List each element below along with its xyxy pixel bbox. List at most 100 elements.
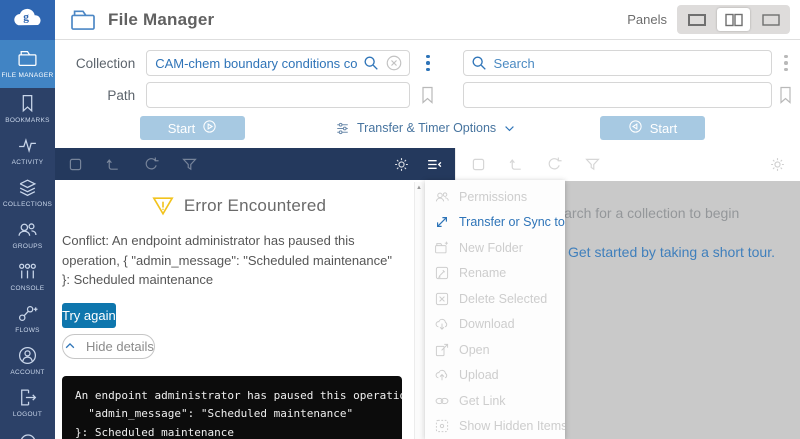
cloud-g-icon: g: [9, 8, 47, 33]
globus-app: g FILE MANAGER BOOKMARKS ACTIVITY COLLECTIO…: [0, 0, 800, 439]
left-panel-toolbar: [55, 148, 455, 180]
collection-search-icon[interactable]: [362, 54, 380, 72]
groups-icon: [17, 219, 38, 240]
new-folder-icon: [434, 240, 450, 256]
tour-link[interactable]: Get started by taking a short tour.: [568, 244, 775, 260]
globus-logo[interactable]: g: [0, 0, 55, 40]
filter-icon: [584, 156, 601, 173]
menu-item-upload: Upload: [425, 363, 565, 389]
collection-label: Collection: [55, 56, 146, 71]
error-view: Error Encountered Conflict: An endpoint …: [55, 180, 423, 439]
sidebar-item-console[interactable]: CONSOLE: [0, 256, 55, 298]
panel-menu-icon[interactable]: [426, 156, 443, 173]
sidebar-item-groups[interactable]: GROUPS: [0, 214, 55, 256]
upload-icon: [434, 367, 450, 383]
error-details-code: An endpoint administrator has paused thi…: [62, 376, 402, 439]
play-right-icon: [202, 119, 217, 137]
search-icon: [470, 54, 488, 72]
bookmark-save-icon-right[interactable]: [778, 86, 793, 104]
path-label: Path: [55, 88, 146, 103]
context-menu: Permissions Transfer or Sync to... New Fol…: [425, 180, 565, 439]
refresh-icon: [546, 156, 563, 173]
file-manager-header-icon: [70, 9, 96, 31]
transfer-icon: [434, 214, 450, 230]
refresh-icon[interactable]: [143, 156, 160, 173]
transfer-form: Collection Path: [55, 40, 800, 148]
sidebar-item-activity[interactable]: ACTIVITY: [0, 130, 55, 172]
svg-text:g: g: [23, 11, 29, 23]
scrollbar-up-arrow[interactable]: ▲: [415, 182, 423, 191]
menu-item-label: Open: [459, 343, 490, 357]
sidebar-item-collections[interactable]: COLLECTIONS: [0, 172, 55, 214]
menu-item-label: Delete Selected: [459, 292, 547, 306]
transfer-timer-options[interactable]: Transfer & Timer Options: [335, 117, 516, 139]
sidebar-item-bookmarks[interactable]: BOOKMARKS: [0, 88, 55, 130]
select-all-icon[interactable]: [67, 156, 84, 173]
console-icon: [17, 261, 38, 282]
right-panel-toolbar: [455, 148, 800, 180]
filter-icon[interactable]: [181, 156, 198, 173]
panels-dual-button[interactable]: [717, 8, 750, 31]
sidebar-item-label: FILE MANAGER: [2, 71, 54, 80]
sidebar-item-file-manager[interactable]: FILE MANAGER: [0, 40, 55, 88]
start-left-label: Start: [168, 121, 195, 136]
path-row: Path: [55, 82, 800, 108]
try-again-button[interactable]: Try again: [62, 303, 116, 328]
menu-item-permissions: Permissions: [425, 184, 565, 210]
menu-item-open: Open: [425, 337, 565, 363]
download-icon: [434, 316, 450, 332]
left-file-panel: Error Encountered Conflict: An endpoint …: [55, 148, 455, 439]
activity-icon: [17, 135, 38, 156]
hide-details-label: Hide details: [86, 339, 154, 354]
left-panel-settings-gear-icon[interactable]: [393, 156, 410, 173]
panels-wide-button[interactable]: [754, 8, 787, 31]
search-collection-input[interactable]: [463, 50, 772, 76]
menu-item-transfer-or-sync-to[interactable]: Transfer or Sync to...: [425, 210, 565, 236]
warning-triangle-icon: [152, 196, 174, 216]
rename-icon: [434, 265, 450, 281]
right-panel-menu-dots[interactable]: [782, 53, 790, 74]
bookmark-icon: [17, 93, 38, 114]
collection-row: Collection: [55, 50, 800, 76]
bookmark-save-icon-left[interactable]: [420, 86, 435, 104]
logout-icon: [17, 387, 38, 408]
up-one-folder-icon[interactable]: [105, 156, 122, 173]
open-icon: [434, 342, 450, 358]
sidebar: g FILE MANAGER BOOKMARKS ACTIVITY COLLECTIO…: [0, 0, 55, 439]
sidebar-item-account[interactable]: ACCOUNT: [0, 340, 55, 382]
hide-details-button[interactable]: Hide details: [62, 334, 155, 359]
sidebar-item-flows[interactable]: FLOWS: [0, 298, 55, 340]
panels-zone: Panels: [627, 5, 790, 34]
start-transfer-left-button[interactable]: Start: [140, 116, 245, 140]
panels-layout-group: [677, 5, 790, 34]
sidebar-item-label: CONSOLE: [2, 284, 54, 293]
sidebar-item-logout[interactable]: LOGOUT: [0, 382, 55, 424]
sidebar-item-label: COLLECTIONS: [2, 200, 54, 209]
sidebar-item-label: ACTIVITY: [2, 158, 54, 167]
menu-item-delete-selected: Delete Selected: [425, 286, 565, 312]
get-link-icon: [434, 393, 450, 409]
panels-single-button[interactable]: [680, 8, 713, 31]
wide-panel-icon: [761, 13, 781, 27]
path-input-left[interactable]: [146, 82, 410, 108]
menu-item-download: Download: [425, 312, 565, 338]
menu-item-show-hidden-items: Show Hidden Items: [425, 414, 565, 439]
menu-item-label: New Folder: [459, 241, 523, 255]
path-input-right[interactable]: [463, 82, 772, 108]
menu-item-label: Show Hidden Items: [459, 419, 565, 433]
collection-hint-text: Search for a collection to begin: [547, 205, 739, 221]
menu-item-label: Upload: [459, 368, 499, 382]
panels-label: Panels: [627, 12, 667, 27]
menu-item-label: Transfer or Sync to...: [459, 215, 565, 229]
menu-item-label: Permissions: [459, 190, 527, 204]
chevron-up-icon: [63, 339, 77, 353]
menu-item-label: Rename: [459, 266, 506, 280]
play-left-icon: [628, 119, 643, 137]
up-one-folder-icon: [508, 156, 525, 173]
left-panel-scrollbar[interactable]: ▲: [414, 182, 423, 439]
right-panel-settings-gear-icon: [769, 156, 786, 173]
collection-menu-dots[interactable]: [424, 53, 432, 74]
collection-clear-icon[interactable]: [385, 54, 403, 72]
start-transfer-right-button[interactable]: Start: [600, 116, 705, 140]
menu-item-label: Get Link: [459, 394, 506, 408]
